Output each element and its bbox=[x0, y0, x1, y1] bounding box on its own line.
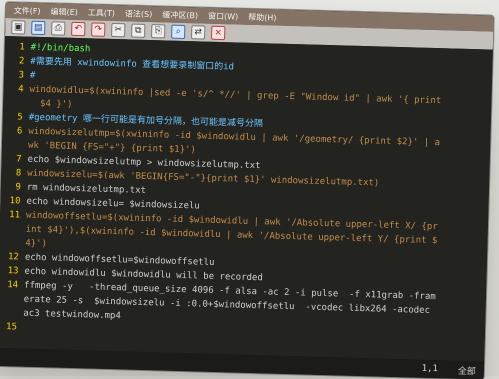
menu-tools[interactable]: 工具(T) bbox=[88, 7, 115, 19]
find-icon[interactable]: ⌕ bbox=[171, 24, 186, 40]
line-number bbox=[7, 96, 23, 110]
line-number: 8 bbox=[15, 168, 22, 179]
line-number bbox=[1, 306, 17, 320]
line-number: 4 bbox=[18, 84, 24, 95]
line-number: 14 bbox=[7, 280, 19, 291]
replace-icon[interactable]: ⇄ bbox=[191, 25, 206, 40]
line-number bbox=[3, 222, 19, 236]
save-icon[interactable]: ▤ bbox=[31, 20, 46, 36]
menu-edit[interactable]: 编辑(E) bbox=[50, 6, 78, 18]
line-number: 12 bbox=[7, 252, 20, 263]
line-number: 11 bbox=[9, 210, 21, 221]
undo-icon[interactable]: ↶ bbox=[71, 21, 86, 37]
line-number bbox=[3, 236, 19, 250]
line-number bbox=[6, 138, 22, 152]
line-number bbox=[2, 292, 18, 306]
line-number: 7 bbox=[16, 154, 22, 165]
line-number: 5 bbox=[17, 112, 23, 123]
menu-buffers[interactable]: 缓冲区(B) bbox=[162, 9, 198, 21]
line-number: 6 bbox=[16, 126, 23, 137]
line-number: 1 bbox=[19, 42, 25, 53]
paste-icon[interactable]: ⎘ bbox=[151, 24, 166, 39]
code-editor[interactable]: 1 #!/bin/bash 2 #需要先用 xwindowinfo 查看想要录制窗口… bbox=[0, 35, 493, 362]
line-number: 10 bbox=[9, 196, 21, 207]
line-number: 9 bbox=[15, 182, 21, 193]
monitor-screen: 文件(F) 编辑(E) 工具(T) 语法(S) 缓冲区(B) 窗口(W) 帮助(… bbox=[0, 2, 494, 379]
line-number: 15 bbox=[5, 322, 18, 333]
menu-syntax[interactable]: 语法(S) bbox=[125, 8, 153, 20]
menu-window[interactable]: 窗口(W) bbox=[208, 10, 238, 22]
view-mode: 全部 bbox=[457, 366, 476, 377]
cut-icon[interactable]: ✂ bbox=[111, 22, 126, 38]
line-number: 13 bbox=[7, 266, 19, 277]
cursor-position: 1,1 bbox=[421, 363, 439, 375]
photo-background: 文件(F) 编辑(E) 工具(T) 语法(S) 缓冲区(B) 窗口(W) 帮助(… bbox=[0, 0, 499, 379]
print-icon[interactable]: ⎙ bbox=[51, 21, 66, 36]
copy-icon[interactable]: ⧉ bbox=[131, 23, 146, 38]
redo-icon[interactable]: ↷ bbox=[91, 22, 106, 37]
menu-help[interactable]: 帮助(H) bbox=[248, 11, 277, 23]
line-number: 3 bbox=[18, 70, 25, 81]
menu-file[interactable]: 文件(F) bbox=[14, 5, 41, 17]
open-icon[interactable]: ▣ bbox=[11, 20, 26, 35]
line-number: 2 bbox=[18, 56, 25, 67]
close-icon[interactable]: × bbox=[211, 25, 226, 41]
